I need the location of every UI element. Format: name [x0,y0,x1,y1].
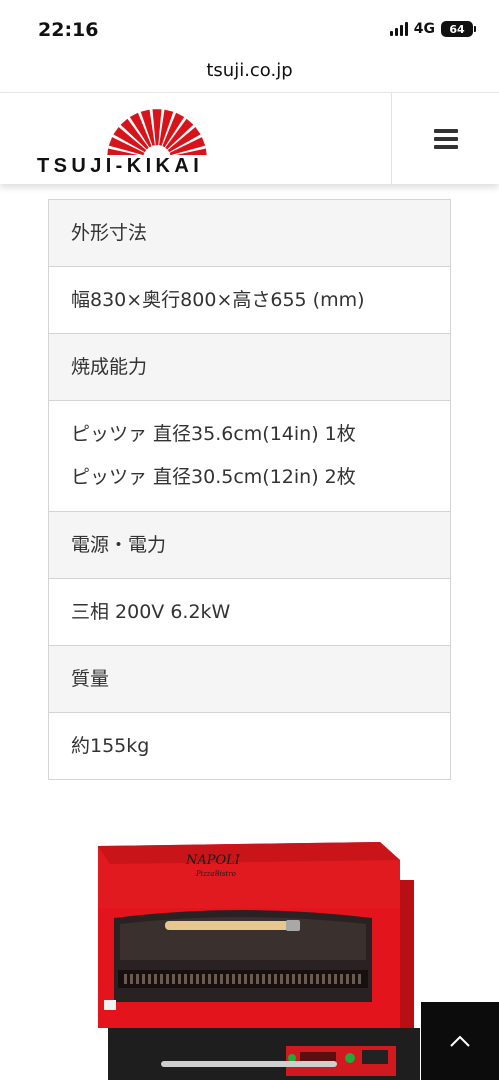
spec-value-weight: 約155kg [49,713,450,780]
spec-label-weight: 質量 [49,646,450,713]
site-header: TSUJI-KIKAI [0,92,499,185]
spec-label-text: 外形寸法 [71,221,148,244]
spec-value-text: ピッツァ 直径35.6cm(14in) 1枚 [71,423,356,445]
status-bar: 22:16 4G 64 [0,0,499,56]
address-bar[interactable]: tsuji.co.jp [0,56,499,92]
spec-value-power: 三相 200V 6.2kW [49,579,450,646]
oven-brand: NAPOLI [185,853,241,868]
status-indicators: 4G 64 [389,21,476,37]
spec-label-text: 焼成能力 [71,355,148,378]
spec-table: 外形寸法 幅830×奥行800×高さ655 (mm) 焼成能力 ピッツァ 直径3… [48,199,451,780]
network-type: 4G [413,21,435,37]
spec-value-dimensions: 幅830×奥行800×高さ655 (mm) [49,267,450,334]
spec-label-text: 質量 [71,667,110,690]
chevron-up-icon [450,1035,470,1047]
spec-value-text: 幅830×奥行800×高さ655 (mm) [71,288,365,311]
signal-icon [389,22,408,36]
spec-label-dimensions: 外形寸法 [49,200,450,267]
status-time: 22:16 [38,19,99,41]
site-logo[interactable]: TSUJI-KIKAI [34,101,280,179]
battery-icon: 64 [441,21,476,37]
spec-label-power: 電源・電力 [49,512,450,579]
spec-label-capacity: 焼成能力 [49,334,450,401]
oven-subbrand: PizzaBistro [195,870,236,878]
spec-label-text: 電源・電力 [71,533,167,556]
hamburger-icon [433,129,458,149]
spec-value-text: ピッツァ 直径30.5cm(12in) 2枚 [71,466,356,488]
spec-value-capacity: ピッツァ 直径35.6cm(14in) 1枚 ピッツァ 直径30.5cm(12i… [49,401,450,512]
spec-value-text: 約155kg [71,734,150,757]
menu-button[interactable] [391,93,499,185]
spec-value-text: 三相 200V 6.2kW [71,600,231,623]
logo-text: TSUJI-KIKAI [37,155,204,177]
scroll-to-top-button[interactable] [421,1002,499,1080]
logo-fan-icon [107,109,207,155]
home-indicator [161,1061,337,1067]
